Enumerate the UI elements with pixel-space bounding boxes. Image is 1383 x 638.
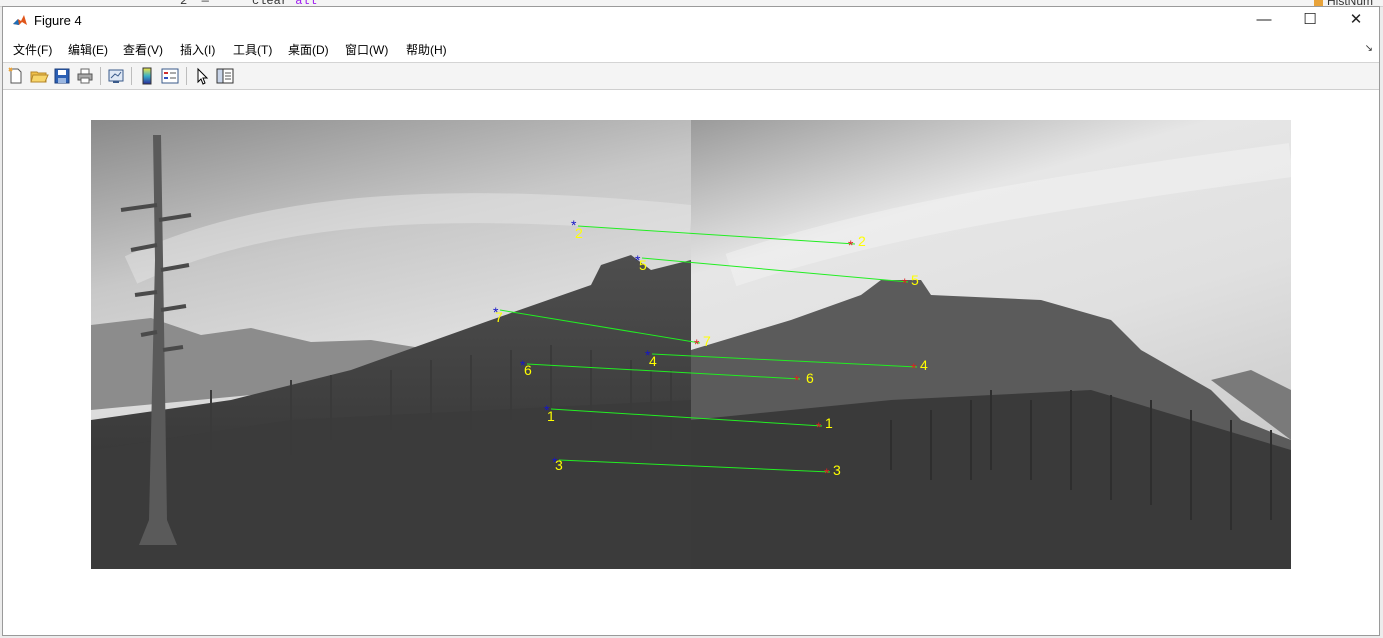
close-button[interactable]: ✕ — [1333, 7, 1379, 35]
property-inspector-icon[interactable] — [215, 66, 235, 86]
menu-insert[interactable]: 插入(I) — [180, 41, 215, 58]
menu-file[interactable]: 文件(F) — [13, 41, 52, 58]
right-marker: * — [902, 275, 908, 291]
window-title: Figure 4 — [34, 13, 82, 28]
matched-features-image[interactable]: * * 2 2 * * 5 5 * * 7 7 * * 4 4 * * 6 6 … — [91, 120, 1291, 569]
figure-canvas: * * 2 2 * * 5 5 * * 7 7 * * 4 4 * * 6 6 … — [3, 90, 1379, 635]
right-marker: * — [794, 372, 800, 388]
right-photo — [691, 120, 1291, 569]
right-label: 7 — [703, 333, 711, 349]
left-label: 1 — [547, 408, 555, 424]
right-label: 4 — [920, 357, 928, 373]
right-label: 2 — [858, 233, 866, 249]
toolbar-separator — [186, 67, 187, 85]
toolbar — [3, 62, 1379, 90]
left-photo — [91, 120, 693, 569]
left-label: 5 — [639, 257, 647, 273]
menu-edit[interactable]: 编辑(E) — [68, 41, 108, 58]
new-figure-icon[interactable] — [6, 66, 26, 86]
menu-desktop[interactable]: 桌面(D) — [288, 41, 329, 58]
right-label: 3 — [833, 462, 841, 478]
menu-help[interactable]: 帮助(H) — [406, 41, 447, 58]
right-label: 5 — [911, 272, 919, 288]
menu-bar: 文件(F) 编辑(E) 查看(V) 插入(I) 工具(T) 桌面(D) 窗口(W… — [3, 37, 1379, 59]
right-marker: * — [694, 336, 700, 352]
toolbar-separator — [131, 67, 132, 85]
left-label: 7 — [495, 309, 503, 325]
left-label: 4 — [649, 353, 657, 369]
right-marker: * — [824, 465, 830, 481]
right-marker: * — [848, 237, 854, 253]
right-marker: * — [911, 360, 917, 376]
link-plot-icon[interactable] — [106, 66, 126, 86]
figure-window: Figure 4 — ☐ ✕ 文件(F) 编辑(E) 查看(V) 插入(I) 工… — [2, 6, 1380, 636]
maximize-button[interactable]: ☐ — [1287, 7, 1333, 35]
open-file-icon[interactable] — [29, 66, 49, 86]
toolbar-separator — [100, 67, 101, 85]
left-label: 6 — [524, 362, 532, 378]
colorbar-icon[interactable] — [137, 66, 157, 86]
right-label: 6 — [806, 370, 814, 386]
print-icon[interactable] — [75, 66, 95, 86]
left-label: 3 — [555, 457, 563, 473]
save-icon[interactable] — [52, 66, 72, 86]
left-label: 2 — [575, 225, 583, 241]
menu-view[interactable]: 查看(V) — [123, 41, 163, 58]
undock-arrow-icon[interactable]: ↘ — [1365, 43, 1373, 54]
edit-plot-arrow-icon[interactable] — [192, 66, 212, 86]
menu-tools[interactable]: 工具(T) — [233, 41, 272, 58]
title-bar[interactable]: Figure 4 — ☐ ✕ — [3, 7, 1379, 35]
matlab-logo-icon — [12, 13, 28, 29]
legend-icon[interactable] — [160, 66, 180, 86]
menu-window[interactable]: 窗口(W) — [345, 41, 388, 58]
right-label: 1 — [825, 415, 833, 431]
right-marker: * — [816, 419, 822, 435]
minimize-button[interactable]: — — [1241, 7, 1287, 35]
